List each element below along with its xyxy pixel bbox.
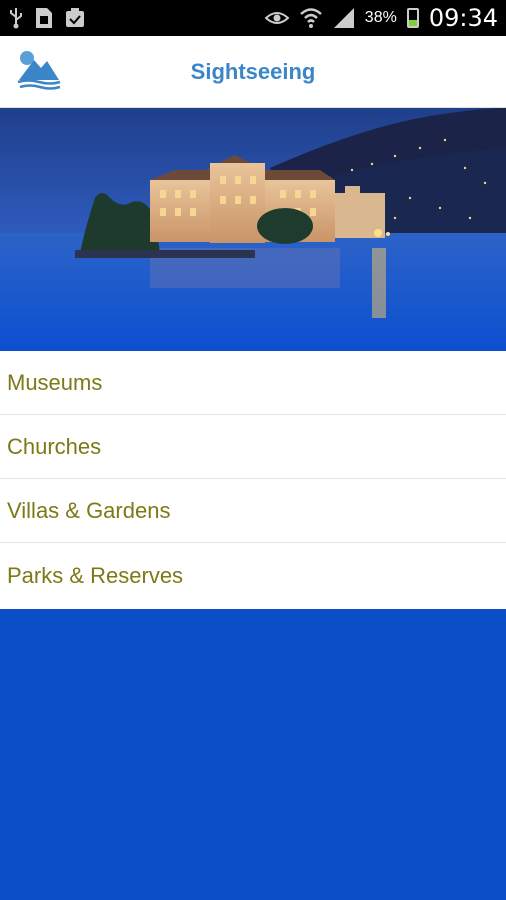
- usb-icon: [10, 8, 22, 29]
- status-bar: 38% 09:34: [0, 0, 506, 36]
- list-item-label: Parks & Reserves: [7, 563, 184, 588]
- wifi-icon: [299, 8, 322, 28]
- clipboard-icon: [66, 8, 84, 27]
- eye-icon: [264, 12, 289, 24]
- list-item-villas-gardens[interactable]: Villas & Gardens: [0, 479, 506, 543]
- battery-percent: 38%: [364, 9, 397, 26]
- sim-icon: [36, 8, 52, 28]
- lake-palace-night-photo: [0, 108, 506, 351]
- signal-icon: [333, 8, 354, 28]
- list-item-museums[interactable]: Museums: [0, 351, 506, 415]
- page-title: Sightseeing: [190, 58, 316, 84]
- list-item-churches[interactable]: Churches: [0, 415, 506, 479]
- category-list: Museums Churches Villas & Gardens Parks …: [0, 351, 506, 609]
- list-item-label: Villas & Gardens: [7, 497, 171, 523]
- app-bar: Sightseeing: [0, 36, 506, 108]
- status-bar-right: 38% 09:34: [264, 4, 498, 32]
- lake-mountain-logo-icon[interactable]: [16, 50, 62, 90]
- list-item-label: Churches: [7, 433, 102, 459]
- status-bar-left: [8, 7, 86, 29]
- battery-charging-icon: [406, 8, 419, 28]
- hero-image: [0, 108, 506, 351]
- clock: 09:34: [428, 4, 498, 32]
- list-item-parks-reserves[interactable]: Parks & Reserves: [0, 543, 506, 609]
- list-item-label: Museums: [7, 369, 103, 395]
